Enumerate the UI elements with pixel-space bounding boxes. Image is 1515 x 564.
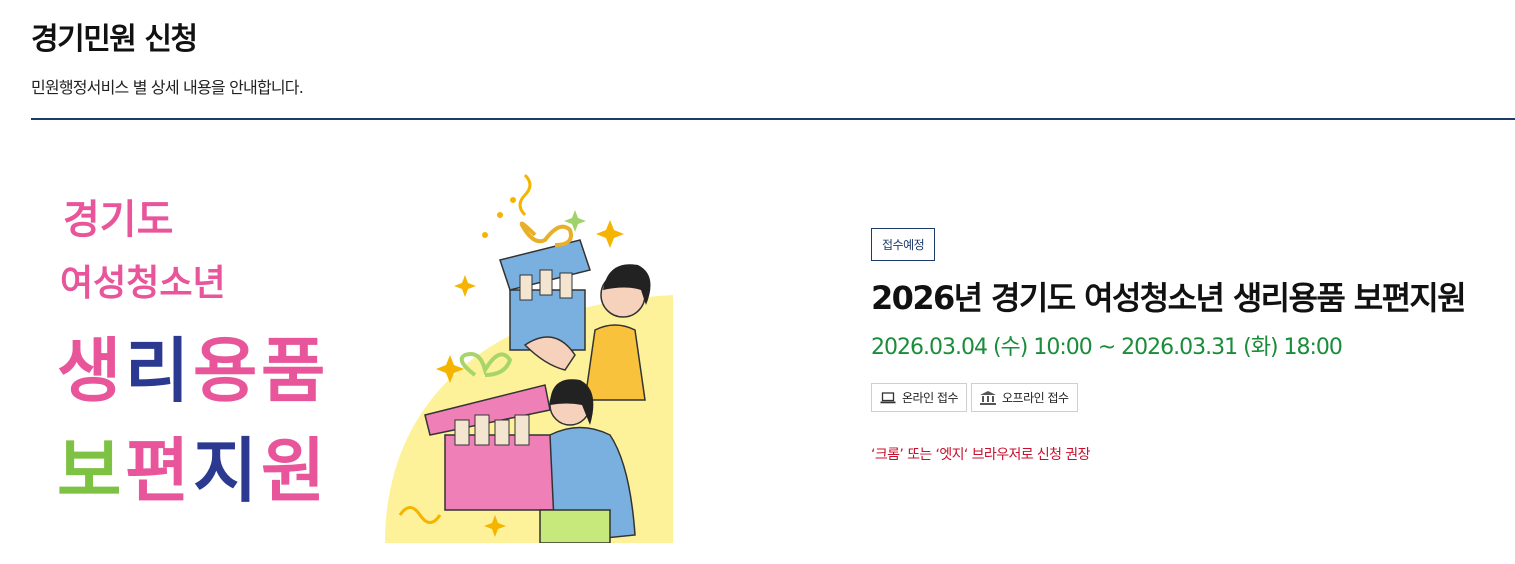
page-title: 경기민원 신청 — [31, 22, 198, 57]
service-poster-image: 경기도 여성청소년 생 리 용 품 보 편 지 원 — [55, 165, 677, 543]
poster-line3: 생 리 용 품 — [57, 330, 325, 412]
svg-text:리: 리 — [125, 330, 189, 412]
laptop-icon — [880, 392, 896, 404]
svg-text:지: 지 — [193, 430, 257, 512]
svg-text:원: 원 — [261, 430, 325, 512]
blue-gift-box — [499, 221, 591, 351]
service-info-panel: 접수예정 2026년 경기도 여성청소년 생리용품 보편지원 2026.03.0… — [871, 228, 1511, 464]
poster-line1: 경기도 — [63, 197, 173, 243]
application-methods: 온라인 접수 오프라인 접수 — [871, 383, 1511, 413]
service-title: 2026년 경기도 여성청소년 생리용품 보편지원 — [871, 279, 1467, 317]
status-badge: 접수예정 — [871, 228, 936, 261]
page-description: 민원행정서비스 별 상세 내용을 안내합니다. — [31, 78, 304, 97]
poster-line4: 보 편 지 원 — [57, 430, 325, 512]
browser-notice: ‘크롬’ 또는 ‘엣지‘ 브라우저로 신청 권장 — [871, 447, 1090, 464]
offline-application-tag: 오프라인 접수 — [971, 383, 1078, 413]
application-period: 2026.03.04 (수) 10:00 ~ 2026.03.31 (화) 18… — [871, 335, 1343, 361]
building-icon — [980, 390, 997, 405]
svg-text:용: 용 — [193, 330, 257, 412]
online-application-tag: 온라인 접수 — [871, 383, 968, 413]
online-application-label: 온라인 접수 — [902, 391, 959, 406]
svg-text:품: 품 — [261, 330, 325, 412]
poster-line2: 여성청소년 — [60, 263, 226, 304]
svg-text:생: 생 — [57, 330, 121, 412]
svg-text:편: 편 — [125, 430, 189, 512]
offline-application-label: 오프라인 접수 — [1002, 391, 1069, 406]
svg-text:보: 보 — [57, 430, 121, 512]
header-divider — [31, 118, 1515, 120]
